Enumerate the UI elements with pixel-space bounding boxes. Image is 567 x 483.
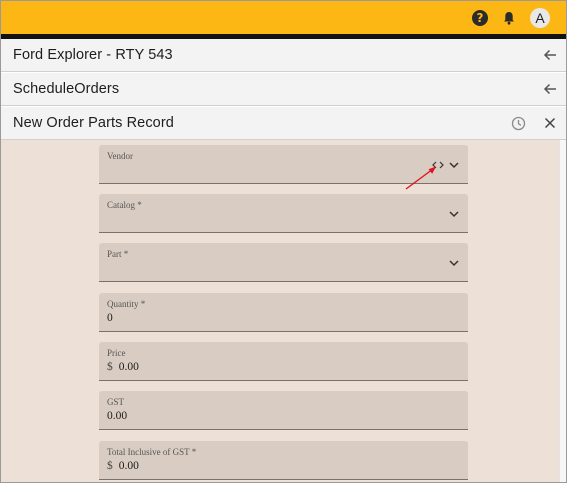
gst-field[interactable]: GST 0.00 xyxy=(99,391,468,430)
currency-prefix: $ xyxy=(107,460,113,472)
part-field[interactable]: Part * xyxy=(99,243,468,282)
breadcrumb-title[interactable]: ScheduleOrders xyxy=(1,81,542,97)
app-window: ? A Ford Explorer - RTY 543 ScheduleOrde… xyxy=(0,0,567,483)
currency-prefix: $ xyxy=(107,361,113,373)
close-icon[interactable] xyxy=(542,115,558,131)
quantity-field[interactable]: Quantity * 0 xyxy=(99,293,468,332)
app-bar: ? A xyxy=(1,1,566,34)
price-field[interactable]: Price $ 0.00 xyxy=(99,342,468,381)
breadcrumb-vehicle[interactable]: Ford Explorer - RTY 543 xyxy=(1,39,566,72)
field-label: Quantity * xyxy=(107,299,146,309)
panel-header-new-order-parts: New Order Parts Record xyxy=(1,107,566,140)
field-label: Vendor xyxy=(107,151,133,161)
field-label: Part * xyxy=(107,249,129,259)
field-value[interactable]: $ 0.00 xyxy=(107,460,139,472)
field-value[interactable]: 0 xyxy=(107,312,113,324)
breadcrumb-title[interactable]: Ford Explorer - RTY 543 xyxy=(1,47,542,63)
field-label: GST xyxy=(107,397,125,407)
app-bar-actions: ? A xyxy=(472,7,550,28)
page-title: New Order Parts Record xyxy=(13,115,174,131)
field-value[interactable]: $ 0.00 xyxy=(107,361,139,373)
chevron-down-icon[interactable] xyxy=(448,158,460,170)
chevron-down-icon[interactable] xyxy=(448,256,460,268)
annotation-arrow xyxy=(405,166,436,190)
total-field[interactable]: Total Inclusive of GST * $ 0.00 xyxy=(99,441,468,480)
arrow-left-icon[interactable] xyxy=(542,47,558,63)
arrow-left-icon[interactable] xyxy=(542,81,558,97)
history-clock-icon[interactable] xyxy=(510,115,526,131)
help-icon[interactable]: ? xyxy=(472,9,488,26)
field-label: Price xyxy=(107,348,126,358)
gst-value[interactable]: 0.00 xyxy=(107,410,127,422)
scrollbar[interactable] xyxy=(559,140,566,482)
price-value[interactable]: 0.00 xyxy=(119,361,139,373)
field-value[interactable]: 0.00 xyxy=(107,410,127,422)
chevron-down-icon[interactable] xyxy=(448,207,460,219)
quantity-value[interactable]: 0 xyxy=(107,312,113,324)
total-value[interactable]: 0.00 xyxy=(119,460,139,472)
breadcrumb-schedule-orders[interactable]: ScheduleOrders xyxy=(1,73,566,106)
bell-icon[interactable] xyxy=(502,10,516,26)
field-label: Catalog * xyxy=(107,200,142,210)
field-label: Total Inclusive of GST * xyxy=(107,447,197,457)
catalog-field[interactable]: Catalog * xyxy=(99,194,468,233)
avatar[interactable]: A xyxy=(530,7,550,28)
